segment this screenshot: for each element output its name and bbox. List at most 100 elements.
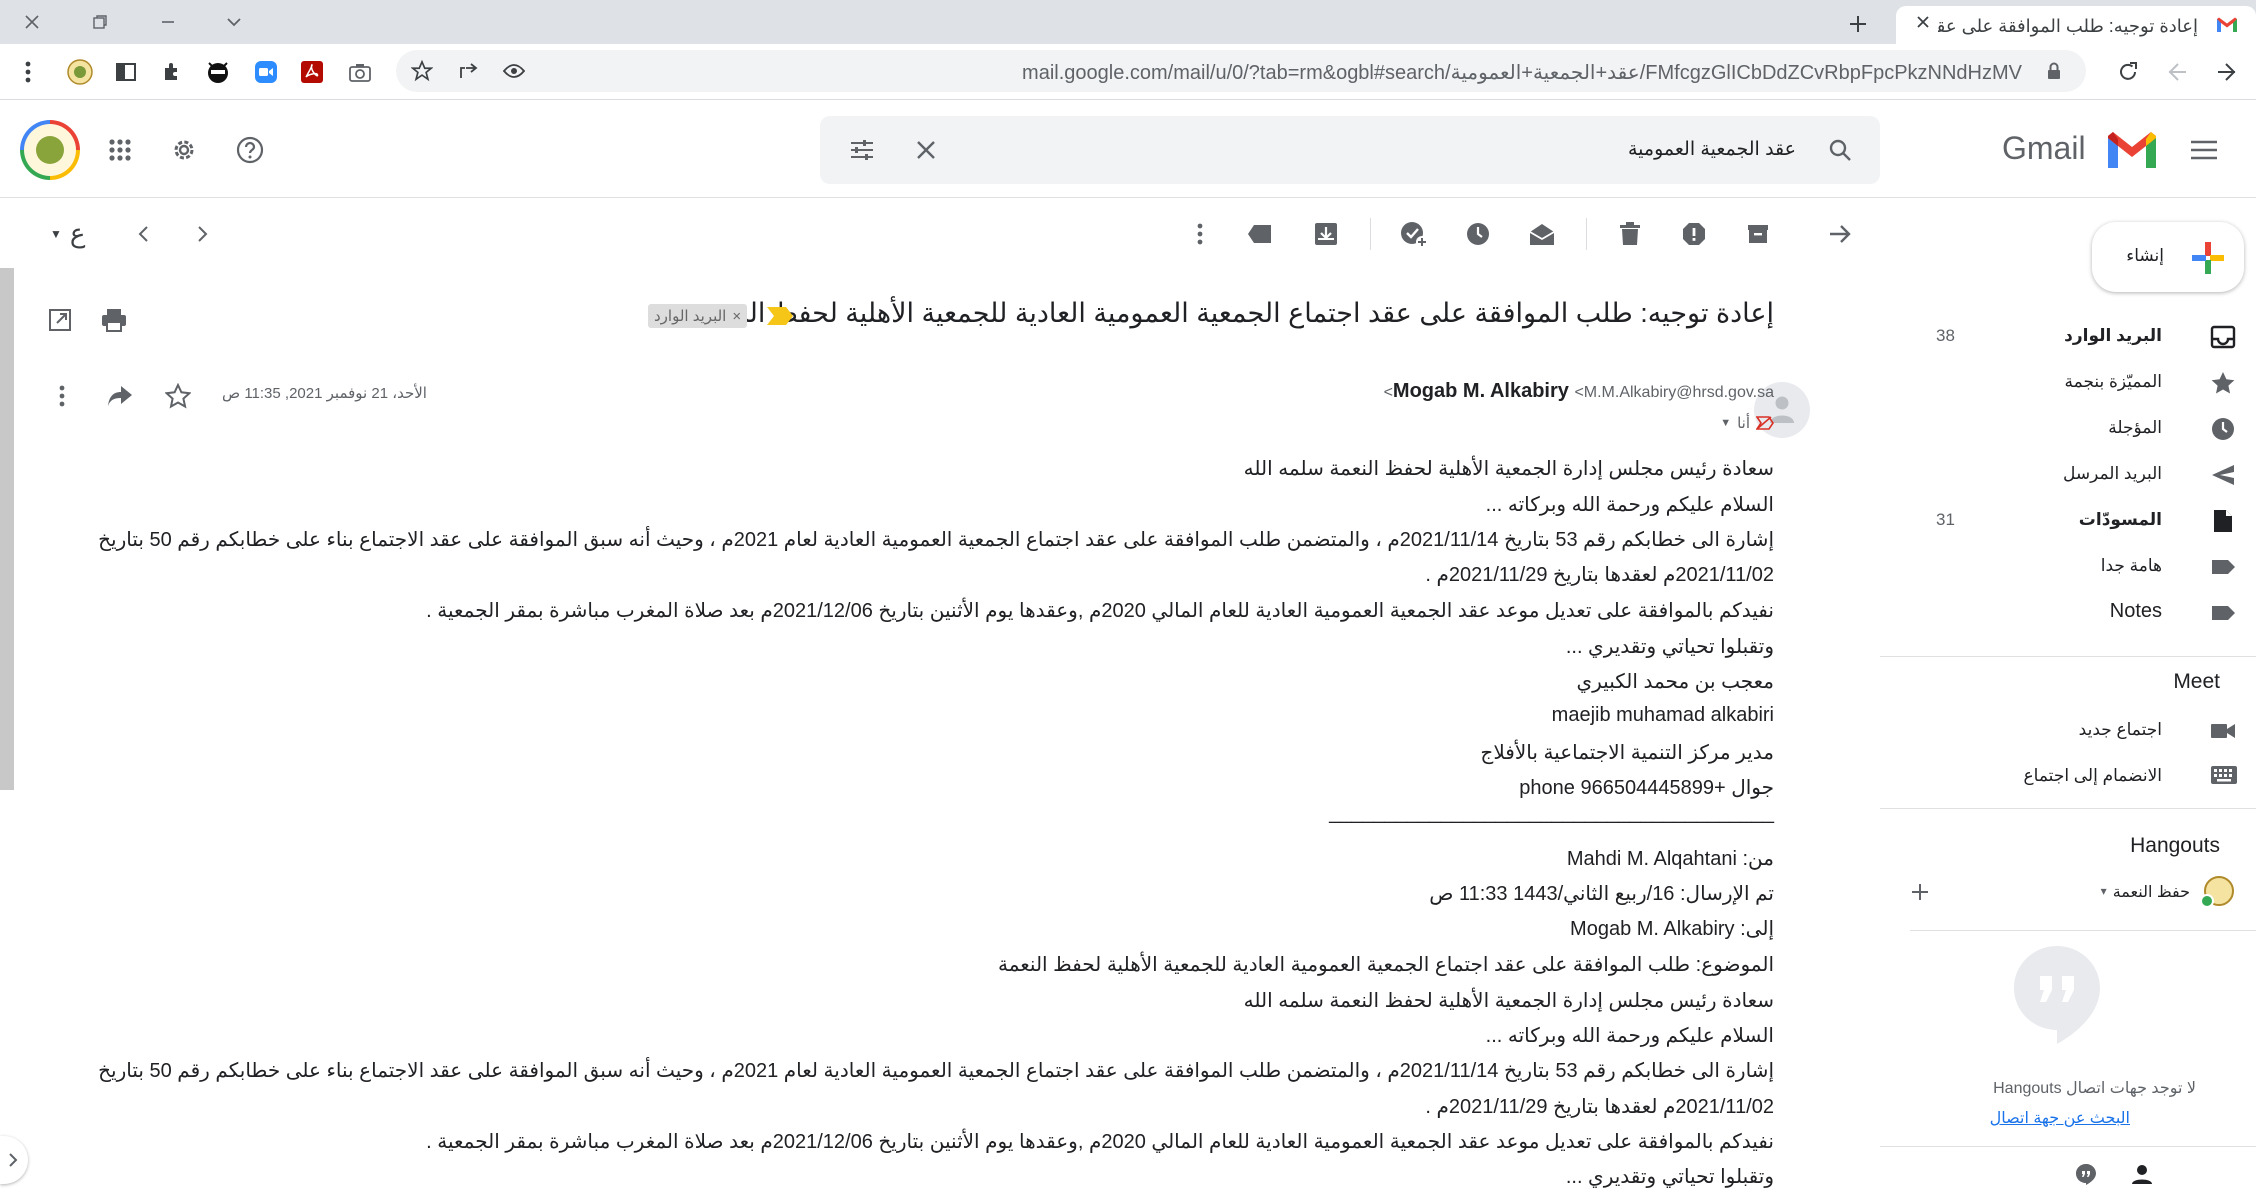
meet-item-label: الانضمام إلى اجتماع xyxy=(2023,766,2162,785)
find-contact-link[interactable]: البحث عن جهة اتصال xyxy=(1990,1108,2130,1128)
gmail-favicon-icon xyxy=(2216,16,2238,33)
account-avatar[interactable] xyxy=(20,120,80,180)
body-line: وتقبلوا تحياتي وتقديري ... xyxy=(1565,1166,1774,1188)
compose-button[interactable]: إنشاء xyxy=(2092,222,2244,292)
print-icon[interactable] xyxy=(92,298,136,342)
hangouts-tab-icon[interactable] xyxy=(2064,1152,2108,1196)
body-line: الموضوع: طلب الموافقة على عقد اجتماع الج… xyxy=(997,954,1774,976)
zoom-extension-icon[interactable] xyxy=(244,50,288,94)
sender-info[interactable]: Mogab M. Alkabiry <M.M.Alkabiry@hrsd.gov… xyxy=(1384,380,1774,403)
message-toolbar: ▼ ع xyxy=(0,198,1880,268)
new-tab-plus-icon[interactable] xyxy=(1836,2,1880,46)
reload-icon[interactable] xyxy=(2106,50,2150,94)
message-date: الأحد، 21 نوفمبر 2021, 11:35 ص xyxy=(222,385,427,402)
gmail-header: عقد الجمعية العمومية Gmail xyxy=(0,100,2256,198)
thread-subject: إعادة توجيه: طلب الموافقة على عقد اجتماع… xyxy=(698,298,1774,328)
sidebar-item-very-important[interactable]: هامة جدا xyxy=(1896,544,2256,588)
extension-ninja-icon[interactable] xyxy=(196,50,240,94)
older-chevron-icon[interactable] xyxy=(122,212,166,256)
share-icon[interactable] xyxy=(446,49,490,93)
more-options-icon[interactable] xyxy=(1178,212,1222,256)
hangouts-user[interactable]: حفظ النعمة ▾ xyxy=(2101,882,2190,902)
move-to-icon[interactable] xyxy=(1304,212,1348,256)
reply-forward-icon[interactable] xyxy=(98,374,142,418)
lock-icon[interactable] xyxy=(2032,49,2076,93)
window-restore-icon[interactable] xyxy=(78,0,122,44)
recipient-info[interactable]: أنا ▼ xyxy=(1720,414,1774,432)
address-bar[interactable]: mail.google.com/mail/u/0/?tab=rm&ogbl#se… xyxy=(396,50,2086,92)
open-in-new-window-icon[interactable] xyxy=(38,298,82,342)
forward-arrow-icon xyxy=(2156,50,2200,94)
search-icon[interactable] xyxy=(1818,128,1862,172)
show-details-caret-icon[interactable]: ▼ xyxy=(1720,417,1731,429)
hangouts-user-avatar[interactable] xyxy=(2200,876,2234,908)
delete-trash-icon[interactable] xyxy=(1608,212,1652,256)
send-icon xyxy=(2210,462,2236,488)
draft-icon xyxy=(2210,508,2236,534)
body-line: جوال +966504445899 phone xyxy=(1519,777,1774,799)
label-remove-icon[interactable]: × xyxy=(732,308,741,325)
add-contact-plus-icon[interactable] xyxy=(1898,870,1942,914)
gmail-logo-icon[interactable] xyxy=(2106,130,2158,170)
message-more-icon[interactable] xyxy=(40,374,84,418)
inbox-icon xyxy=(2210,324,2236,350)
back-arrow-icon[interactable] xyxy=(2204,50,2248,94)
pdf-extension-icon[interactable] xyxy=(290,50,334,94)
main-menu-hamburger-icon[interactable] xyxy=(2182,128,2226,172)
clear-search-icon[interactable] xyxy=(904,128,948,172)
meet-item-label: اجتماع جديد xyxy=(2078,720,2162,739)
newer-chevron-icon[interactable] xyxy=(180,212,224,256)
search-input[interactable]: عقد الجمعية العمومية xyxy=(1628,138,1796,161)
browser-tab[interactable]: إعادة توجيه: طلب الموافقة على عقد xyxy=(1896,6,2256,44)
meet-new-meeting[interactable]: اجتماع جديد xyxy=(1896,708,2256,752)
sidebar-item-drafts[interactable]: المسودّات 31 xyxy=(1896,498,2256,542)
tab-close-icon[interactable] xyxy=(1904,3,1942,41)
sidebar-item-inbox[interactable]: البريد الوارد 38 xyxy=(1896,314,2256,358)
url-text: mail.google.com/mail/u/0/?tab=rm&ogbl#se… xyxy=(1022,62,2022,84)
screenshot-camera-icon[interactable] xyxy=(338,50,382,94)
important-marker-icon[interactable] xyxy=(766,306,794,326)
star-icon xyxy=(2210,370,2236,396)
contacts-person-icon[interactable] xyxy=(2120,1152,2164,1196)
not-important-marker-icon[interactable] xyxy=(1756,416,1774,430)
sidebar-item-snoozed[interactable]: المؤجلة xyxy=(1896,406,2256,450)
back-to-search-arrow-icon[interactable] xyxy=(1818,212,1862,256)
settings-gear-icon[interactable] xyxy=(162,128,206,172)
body-line: وتقبلوا تحياتي وتقديري ... xyxy=(1565,636,1774,658)
body-line: 2021/11/02م لعقدها بتاريخ 2021/11/29م . xyxy=(1425,1096,1774,1118)
tab-title: إعادة توجيه: طلب الموافقة على عقد xyxy=(1938,16,2198,36)
inbox-label-badge[interactable]: × البريد الوارد xyxy=(648,304,748,328)
add-to-tasks-icon[interactable] xyxy=(1392,212,1436,256)
sidebar-item-notes[interactable]: Notes xyxy=(1896,590,2256,634)
sidebar-item-label: المميّزة بنجمة xyxy=(2064,372,2162,391)
browser-menu-icon[interactable] xyxy=(6,50,50,94)
divider xyxy=(1880,1146,2256,1147)
search-options-icon[interactable] xyxy=(840,128,884,172)
star-message-icon[interactable] xyxy=(156,374,200,418)
meet-join-meeting[interactable]: الانضمام إلى اجتماع xyxy=(1896,754,2256,798)
profile-logo-icon[interactable] xyxy=(58,50,102,94)
tab-search-chevron-icon[interactable] xyxy=(212,0,256,44)
archive-icon[interactable] xyxy=(1736,212,1780,256)
body-line: معجب بن محمد الكبيري xyxy=(1576,671,1774,693)
sidebar-item-label: البريد المرسل xyxy=(2062,464,2162,483)
body-line: إلى: Mogab M. Alkabiry xyxy=(1570,918,1774,940)
bookmark-star-icon[interactable] xyxy=(400,49,444,93)
extensions-puzzle-icon[interactable] xyxy=(150,50,194,94)
body-line: نفيدكم بالموافقة على تعديل موعد عقد الجم… xyxy=(426,1131,1774,1153)
mark-unread-icon[interactable] xyxy=(1520,212,1564,256)
input-tools-selector[interactable]: ▼ ع xyxy=(50,218,85,249)
sidebar-item-sent[interactable]: البريد المرسل xyxy=(1896,452,2256,496)
apps-grid-icon[interactable] xyxy=(98,128,142,172)
divider xyxy=(1880,656,2256,657)
search-bar[interactable]: عقد الجمعية العمومية xyxy=(820,116,1880,184)
report-spam-icon[interactable] xyxy=(1672,212,1716,256)
snooze-clock-icon[interactable] xyxy=(1456,212,1500,256)
sidebar-item-starred[interactable]: المميّزة بنجمة xyxy=(1896,360,2256,404)
reading-list-icon[interactable] xyxy=(104,50,148,94)
help-icon[interactable] xyxy=(228,128,272,172)
labels-icon[interactable] xyxy=(1238,212,1282,256)
window-close-icon[interactable] xyxy=(10,0,54,44)
window-minimize-icon[interactable] xyxy=(146,0,190,44)
eye-extension-icon[interactable] xyxy=(492,49,536,93)
